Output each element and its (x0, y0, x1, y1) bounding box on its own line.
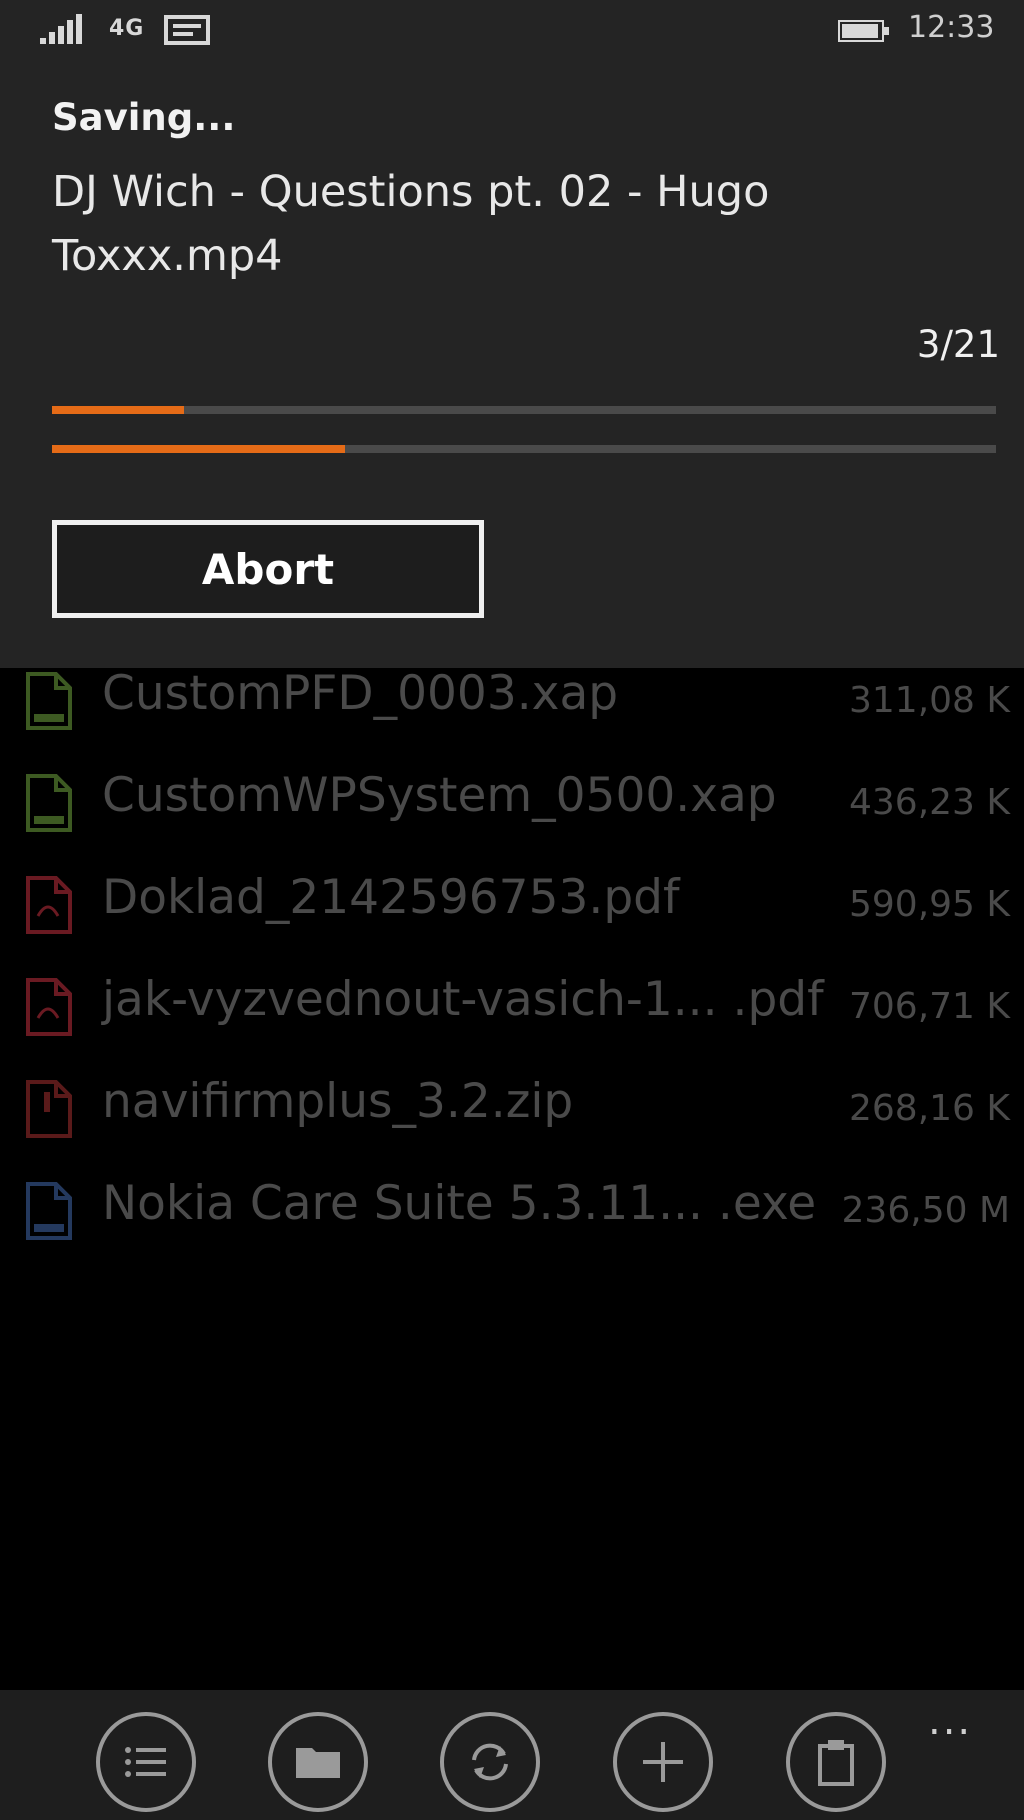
pdf-file-icon (26, 978, 72, 1036)
file-size: 236,50 M (841, 1190, 1010, 1231)
file-row[interactable]: CustomWPSystem_0500.xap 436,23 K (0, 750, 1024, 852)
more-options-button[interactable]: ... (928, 1698, 972, 1744)
clipboard-icon (818, 1740, 854, 1786)
signal-strength-icon (40, 14, 82, 44)
file-size: 311,08 K (848, 680, 1010, 721)
paste-button[interactable] (786, 1712, 886, 1812)
sync-button[interactable] (440, 1712, 540, 1812)
exe-file-icon (26, 1182, 72, 1240)
battery-icon (838, 20, 889, 42)
file-size: 706,71 K (848, 986, 1010, 1027)
xap-file-icon (26, 774, 72, 832)
file-progress-bar (52, 406, 996, 414)
sync-icon (472, 1743, 508, 1781)
file-list: CustomPFD_0003.xap 311,08 K CustomWPSystem… (0, 648, 1024, 1260)
file-name: CustomWPSystem_0500.xap (102, 768, 777, 823)
file-name: Nokia Care Suite 5.3.11... .exe (102, 1176, 817, 1231)
total-progress-fill (52, 445, 345, 453)
total-progress-bar (52, 445, 996, 453)
xap-file-icon (26, 672, 72, 730)
add-icon (643, 1742, 683, 1782)
file-row[interactable]: jak-vyzvednout-vasich-1... .pdf 706,71 K (0, 954, 1024, 1056)
add-button[interactable] (613, 1712, 713, 1812)
file-row[interactable]: Nokia Care Suite 5.3.11... .exe 236,50 M (0, 1158, 1024, 1260)
clock: 12:33 (908, 10, 995, 45)
file-size: 436,23 K (848, 782, 1010, 823)
file-name: Doklad_2142596753.pdf (102, 870, 680, 925)
file-size: 268,16 K (848, 1088, 1010, 1129)
saving-file-name: DJ Wich - Questions pt. 02 - Hugo Toxxx.… (52, 167, 770, 281)
file-progress-fill (52, 406, 185, 414)
file-name: CustomPFD_0003.xap (102, 666, 619, 721)
pdf-file-icon (26, 876, 72, 934)
file-counter: 3/21 (916, 323, 1000, 366)
folder-button[interactable] (268, 1712, 368, 1812)
saving-title: Saving... (52, 96, 236, 139)
file-name: jak-vyzvednout-vasich-1... .pdf (102, 972, 824, 1027)
saving-dialog: 4G 12:33 Saving... DJ Wich - Questions p… (0, 0, 1024, 668)
select-list-icon (125, 1747, 166, 1777)
folder-icon (296, 1748, 340, 1778)
app-bar: ... (0, 1690, 1024, 1820)
zip-file-icon (26, 1080, 72, 1138)
message-icon (164, 15, 210, 45)
file-row[interactable]: Doklad_2142596753.pdf 590,95 K (0, 852, 1024, 954)
abort-button[interactable]: Abort (52, 520, 484, 618)
select-list-button[interactable] (96, 1712, 196, 1812)
file-row[interactable]: CustomPFD_0003.xap 311,08 K (0, 648, 1024, 750)
file-size: 590,95 K (848, 884, 1010, 925)
file-row[interactable]: navifirmplus_3.2.zip 268,16 K (0, 1056, 1024, 1158)
file-name: navifirmplus_3.2.zip (102, 1074, 574, 1129)
status-bar: 4G 12:33 (0, 0, 1024, 60)
network-type: 4G (109, 16, 145, 41)
